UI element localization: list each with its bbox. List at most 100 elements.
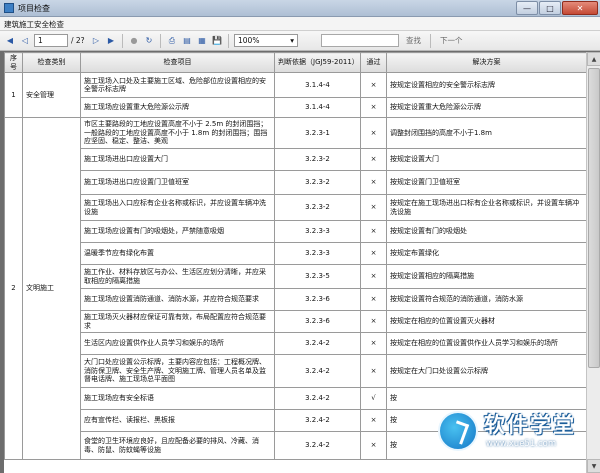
row-solution: 调整封闭围挡的高度不小于1.8m: [386, 117, 586, 149]
scroll-thumb[interactable]: [588, 68, 600, 368]
row-pass: ×: [360, 148, 387, 171]
page-number-input[interactable]: 1: [34, 34, 68, 47]
table-row: 施工现场进出口应设置大门 3.2.3-2 × 按规定设置大门: [5, 148, 586, 171]
row-basis: 3.2.4-2: [274, 332, 361, 355]
row-basis: 3.2.3-5: [274, 264, 361, 289]
row-item: 施工作业、材料存放区与办公、生活区应划分清晰，并应采取相应的隔离措施: [80, 264, 275, 289]
row-solution: 按规定设置门卫值班室: [386, 170, 586, 195]
table-row: 施工现场应设置重大危险源公示牌 3.1.4-4 × 按规定设置重大危险源公示牌: [5, 97, 586, 118]
row-item: 施工现场进出口应设置大门: [80, 148, 275, 171]
toolbar-separator: [228, 33, 229, 48]
table-row: 施工现场应设置消防通道、消防水源，并应符合规范要求 3.2.3-6 × 按规定设…: [5, 288, 586, 311]
row-pass: ×: [360, 332, 387, 355]
find-input[interactable]: [321, 34, 399, 47]
close-button[interactable]: ✕: [562, 1, 598, 15]
row-pass: ×: [360, 354, 387, 388]
row-item: 施工现场灭火器材应保证可靠有效，布局配置应符合规范要求: [80, 310, 275, 333]
row-pass: ×: [360, 220, 387, 243]
row-solution: 按规定设置大门: [386, 148, 586, 171]
row-solution: 按规定设置相应的安全警示标志牌: [386, 72, 586, 98]
row-basis: 3.2.4-2: [274, 387, 361, 410]
table-row: 施工现场灭火器材应保证可靠有效，布局配置应符合规范要求 3.2.3-6 × 按规…: [5, 310, 586, 333]
row-item: 施工现场应设置重大危险源公示牌: [80, 97, 275, 118]
row-pass: ×: [360, 264, 387, 289]
row-no: 1: [4, 72, 23, 118]
row-basis: 3.2.3-6: [274, 288, 361, 311]
toolbar-separator: [160, 33, 161, 48]
table-header-row: 序号 检查类别 检查项目 判断依据（JGJ59-2011） 通过 解决方案: [4, 52, 586, 73]
row-item: 施工现场入口处及主要施工区域、危险部位应设置相应的安全警示标志牌: [80, 72, 275, 98]
row-item: 大门口处应设置公示标牌，主要内容应包括：工程概况牌、消防保卫牌、安全生产牌、文明…: [80, 354, 275, 388]
title-bar: 项目检查 — □ ✕: [0, 0, 600, 17]
table-row: 温暖季节应有绿化布置 3.2.3-3 × 按规定布置绿化: [5, 242, 586, 265]
row-category: 安全管理: [22, 72, 81, 118]
scroll-up-icon[interactable]: ▲: [587, 52, 600, 66]
row-pass: ×: [360, 117, 387, 149]
print-layout-icon[interactable]: ▤: [181, 35, 193, 47]
first-page-icon[interactable]: ◀: [4, 35, 16, 47]
stop-icon[interactable]: ●: [128, 35, 140, 47]
row-item: 生活区内应设置供作业人员学习和娱乐的场所: [80, 332, 275, 355]
table-row: 施工现场进出口应设置门卫值班室 3.2.3-2 × 按规定设置门卫值班室: [5, 170, 586, 195]
print-icon[interactable]: ⎙: [166, 35, 178, 47]
row-pass: ×: [360, 431, 387, 460]
table-row: 施工现场出入口应标有企业名称或标识，并应设置车辆冲洗设施 3.2.3-2 × 按…: [5, 194, 586, 221]
watermark-logo-icon: [438, 411, 478, 451]
zoom-value: 100%: [238, 36, 260, 45]
report-subtitle: 建筑施工安全检查: [0, 17, 600, 31]
row-solution: 按规定在相应的位置设置供作业人员学习和娱乐的场所: [386, 332, 586, 355]
next-page-icon[interactable]: ▷: [90, 35, 102, 47]
watermark-title: 软件学堂: [484, 413, 576, 437]
row-solution: 按规定设置符合规范的消防通道，消防水源: [386, 288, 586, 311]
page-total: / 2?: [71, 36, 85, 45]
row-pass: ×: [360, 194, 387, 221]
row-basis: 3.2.4-2: [274, 409, 361, 432]
row-item: 施工现场应设置有门的吸烟处，严禁随意吸烟: [80, 220, 275, 243]
toolbar-separator: [122, 33, 123, 48]
toolbar-separator: [430, 33, 431, 48]
row-pass: ×: [360, 72, 387, 98]
row-pass: ×: [360, 242, 387, 265]
row-item: 市区主要路段的工地应设置高度不小于 2.5m 的封闭围挡；一般路段的工地应设置高…: [80, 117, 275, 149]
inspection-table: 序号 检查类别 检查项目 判断依据（JGJ59-2011） 通过 解决方案 1 …: [4, 52, 586, 460]
row-solution: 按规定在大门口处设置公示标牌: [386, 354, 586, 388]
page-setup-icon[interactable]: ▦: [196, 35, 208, 47]
chevron-down-icon: ▾: [290, 36, 294, 45]
row-basis: 3.2.4-2: [274, 354, 361, 388]
row-item: 施工现场应有安全标语: [80, 387, 275, 410]
header-solution: 解决方案: [386, 52, 586, 73]
prev-page-icon[interactable]: ◁: [19, 35, 31, 47]
row-pass: ×: [360, 170, 387, 195]
scroll-down-icon[interactable]: ▼: [587, 459, 600, 473]
minimize-button[interactable]: —: [516, 1, 538, 15]
find-button[interactable]: 查找: [402, 35, 425, 46]
row-solution: 按规定在相应的位置设置灭火器材: [386, 310, 586, 333]
row-pass: ×: [360, 409, 387, 432]
export-icon[interactable]: 💾: [211, 35, 223, 47]
row-basis: 3.2.3-3: [274, 220, 361, 243]
table-row: 1 安全管理 施工现场入口处及主要施工区域、危险部位应设置相应的安全警示标志牌 …: [4, 72, 586, 118]
row-basis: 3.2.3-2: [274, 170, 361, 195]
row-basis: 3.2.3-6: [274, 310, 361, 333]
zoom-select[interactable]: 100% ▾: [234, 34, 298, 47]
row-solution: 按规定设置重大危险源公示牌: [386, 97, 586, 118]
row-item: 食堂的卫生环境应良好，且应配备必要的排风、冷藏、消毒、防鼠、防蚊蝇等设施: [80, 431, 275, 460]
row-item: 施工现场应设置消防通道、消防水源，并应符合规范要求: [80, 288, 275, 311]
find-next-button[interactable]: 下一个: [436, 35, 467, 46]
row-basis: 3.2.3-3: [274, 242, 361, 265]
header-category: 检查类别: [22, 52, 81, 73]
row-item: 施工现场进出口应设置门卫值班室: [80, 170, 275, 195]
report-toolbar: ◀ ◁ 1 / 2? ▷ ▶ ● ↻ ⎙ ▤ ▦ 💾 100% ▾ 查找 下一个: [0, 31, 600, 51]
maximize-button[interactable]: □: [539, 1, 561, 15]
row-basis: 3.2.3-1: [274, 117, 361, 149]
refresh-icon[interactable]: ↻: [143, 35, 155, 47]
table-row: 施工作业、材料存放区与办公、生活区应划分清晰，并应采取相应的隔离措施 3.2.3…: [5, 264, 586, 289]
last-page-icon[interactable]: ▶: [105, 35, 117, 47]
row-solution: 按规定设置相应的隔离措施: [386, 264, 586, 289]
row-basis: 3.2.4-2: [274, 431, 361, 460]
row-item: 应有宣传栏、读报栏、黑板报: [80, 409, 275, 432]
row-item: 温暖季节应有绿化布置: [80, 242, 275, 265]
table-row: 大门口处应设置公示标牌，主要内容应包括：工程概况牌、消防保卫牌、安全生产牌、文明…: [5, 354, 586, 388]
table-row: 施工现场应设置有门的吸烟处，严禁随意吸烟 3.2.3-3 × 按规定设置有门的吸…: [5, 220, 586, 243]
row-basis: 3.2.3-2: [274, 194, 361, 221]
